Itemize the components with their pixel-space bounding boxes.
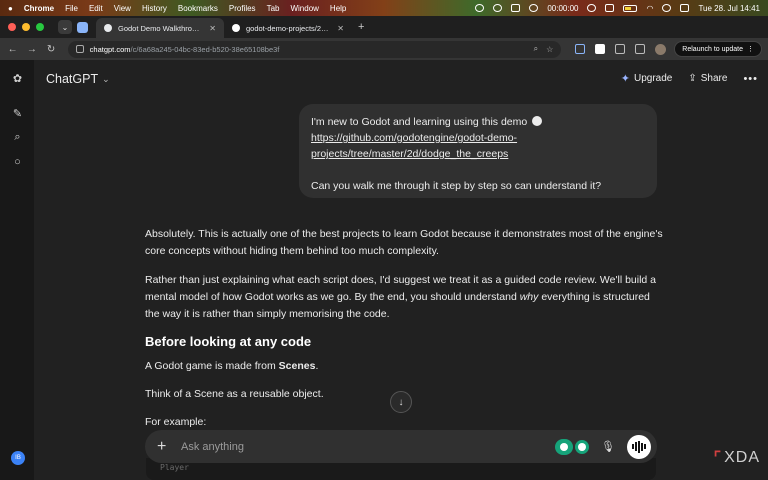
- menu-window[interactable]: Window: [290, 4, 318, 13]
- upgrade-label: Upgrade: [634, 73, 673, 84]
- response-paragraph: Rather than just explaining what each sc…: [145, 274, 657, 320]
- site-info-icon[interactable]: [75, 45, 84, 53]
- record-icon[interactable]: [587, 4, 597, 12]
- user-message-bubble: I'm new to Godot and learning using this…: [299, 104, 657, 198]
- user-message-text: I'm new to Godot and learning using this…: [311, 116, 528, 128]
- status-app-icon[interactable]: [511, 4, 521, 12]
- menu-history[interactable]: History: [142, 4, 167, 13]
- address-url[interactable]: chatgpt.com/c/6a68a245-04bc-83ed-b520-38…: [90, 45, 526, 54]
- new-tab-plus-icon[interactable]: +: [358, 21, 364, 33]
- chatgpt-favicon-icon: [104, 24, 112, 32]
- extensions-puzzle-icon[interactable]: [615, 44, 626, 54]
- response-paragraph: For example:: [145, 416, 207, 428]
- sparkle-icon: ✦: [620, 73, 630, 85]
- timer-readout[interactable]: 00:00:00: [547, 4, 578, 13]
- search-spotlight-icon[interactable]: [662, 4, 672, 12]
- voice-mode-button[interactable]: [627, 434, 651, 459]
- close-tab-icon[interactable]: ✕: [337, 24, 344, 33]
- minimize-window-button[interactable]: [22, 23, 30, 31]
- share-button[interactable]: ⇪ Share: [688, 73, 727, 84]
- menu-profiles[interactable]: Profiles: [229, 4, 256, 13]
- xda-watermark-logo: ⌜ XDA: [714, 448, 760, 468]
- status-extra-icon[interactable]: [475, 4, 485, 12]
- tab-search-chevron-icon[interactable]: ⌄: [58, 20, 72, 34]
- relaunch-to-update-button[interactable]: Relaunch to update ⋮: [674, 41, 763, 57]
- relaunch-label: Relaunch to update: [682, 45, 744, 53]
- zoom-lens-icon[interactable]: ⌕: [534, 44, 538, 54]
- window-controls: [0, 23, 44, 31]
- user-avatar[interactable]: IB: [11, 451, 25, 465]
- prompt-input[interactable]: [181, 440, 556, 453]
- menu-bar-clock[interactable]: Tue 28. Jul 14:41: [698, 4, 760, 13]
- menu-bar-status: 00:00:00 ◠ Tue 28. Jul 14:41: [475, 4, 768, 13]
- attach-plus-icon[interactable]: +: [157, 438, 173, 456]
- menu-bookmarks[interactable]: Bookmarks: [178, 4, 218, 13]
- scroll-to-bottom-button[interactable]: ↓: [390, 391, 412, 413]
- close-tab-icon[interactable]: ✕: [209, 24, 216, 33]
- tab-group-icon[interactable]: [77, 21, 88, 33]
- menu-bar-left: ● Chrome File Edit View History Bookmark…: [0, 4, 346, 13]
- wifi-icon[interactable]: ◠: [646, 4, 653, 13]
- microphone-icon[interactable]: 🎙: [601, 440, 615, 453]
- link-extension-icon[interactable]: [575, 44, 586, 54]
- menu-file[interactable]: File: [65, 4, 78, 13]
- tab-godot-demo-walkthrough[interactable]: Godot Demo Walkthrough ✕: [96, 18, 224, 38]
- reload-icon[interactable]: ↻: [44, 44, 57, 55]
- response-heading: Before looking at any code: [145, 334, 312, 349]
- profile-avatar[interactable]: [655, 43, 667, 55]
- grammarly-icon[interactable]: [555, 438, 574, 455]
- menu-help[interactable]: Help: [330, 4, 346, 13]
- menu-edit[interactable]: Edit: [89, 4, 103, 13]
- xda-watermark-text: XDA: [724, 449, 760, 466]
- tab-title: godot-demo-projects/2d/dodge_the_creeps: [246, 23, 332, 33]
- chat-bubble-icon[interactable]: ○: [11, 155, 24, 168]
- share-icon: ⇪: [688, 73, 697, 84]
- sidebar-rail: ✿ ✎ ⌕ ○ IB: [0, 60, 34, 480]
- menu-app-name[interactable]: Chrome: [24, 4, 54, 13]
- split-view-icon[interactable]: [635, 44, 646, 54]
- bookmark-star-icon[interactable]: ☆: [546, 45, 553, 54]
- response-paragraph: Absolutely. This is actually one of the …: [145, 228, 663, 257]
- timer-icon[interactable]: [529, 4, 539, 12]
- battery-icon[interactable]: [623, 4, 638, 12]
- github-favicon-icon: [232, 24, 240, 32]
- tab-github-dodge-the-creeps[interactable]: godot-demo-projects/2d/dodge_the_creeps …: [224, 18, 352, 38]
- openai-logo-icon[interactable]: ✿: [11, 72, 24, 85]
- github-icon: [532, 116, 543, 126]
- back-arrow-icon[interactable]: ←: [6, 44, 19, 55]
- creative-cloud-icon[interactable]: [493, 4, 503, 12]
- address-bar[interactable]: chatgpt.com/c/6a68a245-04bc-83ed-b520-38…: [67, 40, 562, 58]
- apple-menu-icon[interactable]: ●: [8, 4, 13, 13]
- header-actions: ✦ Upgrade ⇪ Share •••: [621, 72, 758, 86]
- model-selector[interactable]: ChatGPT ⌄: [46, 72, 110, 86]
- search-icon[interactable]: ⌕: [11, 131, 24, 144]
- upgrade-button[interactable]: ✦ Upgrade: [621, 72, 673, 85]
- more-options-icon[interactable]: •••: [743, 73, 758, 85]
- response-paragraph: A Godot game is made from Scenes.: [145, 360, 319, 372]
- user-message-link[interactable]: https://github.com/godotengine/godot-dem…: [311, 132, 517, 160]
- toolbar-extensions: [575, 43, 667, 55]
- page-title: ChatGPT: [46, 72, 99, 86]
- notion-extension-icon[interactable]: [595, 44, 606, 54]
- xda-bracket-icon: ⌜: [713, 450, 723, 467]
- chevron-down-icon: ⌄: [102, 73, 110, 84]
- browser-tab-strip: ⌄ Godot Demo Walkthrough ✕ godot-demo-pr…: [0, 16, 768, 38]
- user-message-question: Can you walk me through it step by step …: [311, 180, 602, 192]
- grammarly-assistant-icon[interactable]: [575, 439, 590, 454]
- control-center-icon[interactable]: [680, 4, 690, 12]
- menu-tab[interactable]: Tab: [267, 4, 280, 13]
- more-vertical-icon: ⋮: [747, 46, 755, 53]
- display-icon[interactable]: [605, 4, 615, 12]
- new-chat-pencil-icon[interactable]: ✎: [11, 107, 24, 120]
- composer-bar: + 🎙: [145, 430, 657, 463]
- browser-toolbar: ← → ↻ chatgpt.com/c/6a68a245-04bc-83ed-b…: [0, 38, 768, 60]
- zoom-window-button[interactable]: [36, 23, 44, 31]
- macos-menu-bar: ● Chrome File Edit View History Bookmark…: [0, 0, 768, 16]
- share-label: Share: [700, 73, 728, 84]
- menu-view[interactable]: View: [114, 4, 131, 13]
- close-window-button[interactable]: [8, 23, 16, 31]
- tab-title: Godot Demo Walkthrough: [118, 23, 204, 33]
- forward-arrow-icon[interactable]: →: [25, 44, 38, 55]
